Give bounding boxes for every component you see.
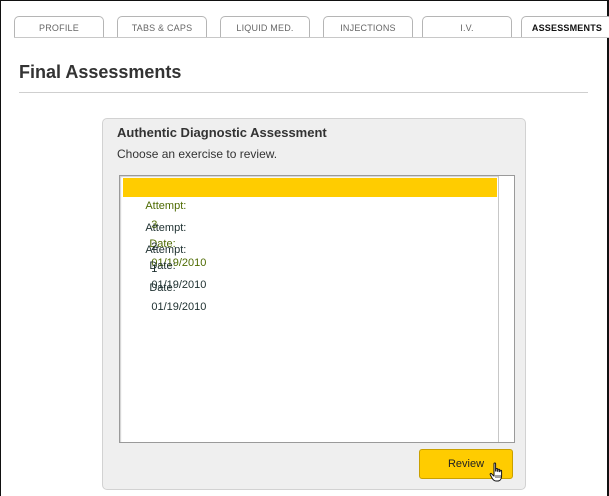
listbox-scrollbar[interactable] — [498, 176, 514, 442]
panel-heading: Authentic Diagnostic Assessment — [117, 125, 327, 140]
hand-pointer-icon — [489, 462, 503, 482]
tab-liquid-med[interactable]: LIQUID MED. — [220, 16, 310, 38]
assessment-panel: Authentic Diagnostic Assessment Choose a… — [102, 118, 526, 490]
page-title: Final Assessments — [19, 62, 182, 82]
tab-assessments[interactable]: ASSESSMENTS — [521, 16, 609, 38]
list-item-attempt-1[interactable]: Attempt: 1 Date: 01/19/2010 — [123, 222, 497, 313]
list-item-attempt-2[interactable]: Attempt: 2 Date: 01/19/2010 — [123, 200, 497, 291]
attempt-label: Attempt: — [145, 244, 187, 256]
attempt-date: 01/19/2010 — [151, 301, 207, 313]
tab-iv[interactable]: I.V. — [422, 16, 512, 38]
tab-tabs-caps[interactable]: TABS & CAPS — [117, 16, 207, 38]
panel-subtitle: Choose an exercise to review. — [117, 147, 278, 161]
tab-injections[interactable]: INJECTIONS — [323, 16, 413, 38]
list-item-attempt-3[interactable]: Attempt: 3 Date: 01/19/2010 — [123, 178, 497, 269]
tab-bar: PROFILE TABS & CAPS LIQUID MED. INJECTIO… — [14, 16, 609, 38]
date-label: Date: — [149, 282, 176, 294]
title-divider — [19, 92, 588, 93]
tab-divider — [14, 37, 609, 38]
attempts-listbox[interactable]: Attempt: 3 Date: 01/19/2010 Attempt: 2 D… — [119, 175, 515, 443]
tab-profile[interactable]: PROFILE — [14, 16, 104, 38]
attempt-number: 1 — [151, 263, 158, 275]
